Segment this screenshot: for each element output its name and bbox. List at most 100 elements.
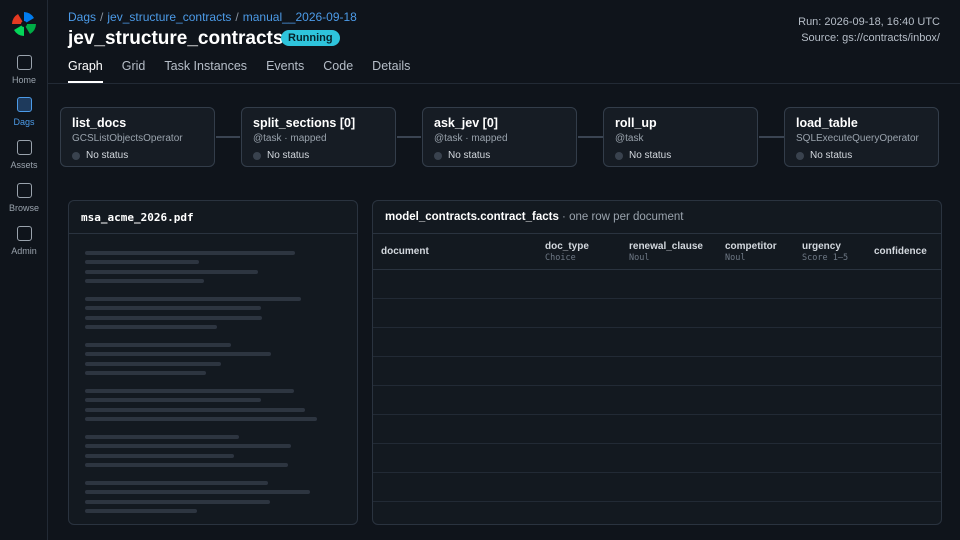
document-text-line <box>85 407 305 412</box>
document-filename: msa_acme_2026.pdf <box>69 201 357 234</box>
graph-edge <box>397 136 421 138</box>
task-status: No status <box>796 150 927 161</box>
table-header: model_contracts.contract_facts · one row… <box>373 201 941 234</box>
graph-edge <box>216 136 240 138</box>
document-text-line <box>85 462 288 467</box>
table-row <box>373 299 941 328</box>
tab-code[interactable]: Code <box>323 59 353 83</box>
breadcrumb-run[interactable]: manual__2026-09-18 <box>243 10 357 24</box>
sidebar-item-admin[interactable]: Admin <box>0 226 48 256</box>
tab-divider <box>48 83 960 84</box>
table-row <box>373 444 941 473</box>
sidebar-item-browse[interactable]: Browse <box>0 183 48 213</box>
status-dot-icon <box>434 151 442 160</box>
assets-icon <box>16 140 32 155</box>
browse-icon <box>16 183 32 198</box>
sidebar-item-dags[interactable]: Dags <box>0 97 48 127</box>
breadcrumb: Dags / jev_structure_contracts / manual__202… <box>68 10 357 24</box>
document-text-line <box>85 306 261 311</box>
document-text-line <box>85 416 317 421</box>
document-text-line <box>85 315 262 320</box>
document-text-line <box>85 389 294 393</box>
tab-events[interactable]: Events <box>266 59 304 83</box>
document-text-line <box>85 481 268 485</box>
task-name: split_sections [0] <box>253 116 356 130</box>
task-name: load_table <box>796 116 858 130</box>
document-text-line <box>85 490 310 495</box>
task-operator: SQLExecuteQueryOperator <box>796 133 919 144</box>
table-row <box>373 270 941 299</box>
task-status: No status <box>72 150 203 161</box>
column-competitor: competitor Noul <box>725 241 777 263</box>
document-preview-panel: msa_acme_2026.pdf <box>68 200 358 525</box>
column-doc-type: doc_type Choice <box>545 241 589 263</box>
document-text-line <box>85 343 231 347</box>
document-text-line <box>85 260 199 265</box>
sidebar-item-label: Home <box>11 75 36 85</box>
table-row <box>373 415 941 444</box>
column-urgency: urgency Score 1–5 <box>802 241 849 263</box>
document-text-line <box>85 444 291 449</box>
status-badge: Running <box>281 30 340 46</box>
table-preview-panel: model_contracts.contract_facts · one row… <box>372 200 942 525</box>
column-renewal-clause: renewal_clause Noul <box>629 241 703 263</box>
document-text-line <box>85 269 258 274</box>
run-time: Run: 2026-09-18, 16:40 UTC <box>798 16 940 28</box>
sidebar: Home Dags Assets Browse Admin <box>0 0 48 540</box>
task-node-split-sections[interactable]: split_sections [0] @task · mapped No sta… <box>241 107 396 167</box>
task-operator: @task <box>615 133 644 144</box>
home-icon <box>16 55 32 70</box>
sidebar-item-label: Dags <box>13 117 35 127</box>
table-row <box>373 386 941 415</box>
document-text-line <box>85 435 239 439</box>
graph-edge <box>578 136 603 138</box>
task-operator: @task · mapped <box>434 133 508 144</box>
task-status: No status <box>615 150 746 161</box>
task-node-ask-jev[interactable]: ask_jev [0] @task · mapped No status <box>422 107 577 167</box>
tab-grid[interactable]: Grid <box>122 59 146 83</box>
task-node-list-docs[interactable]: list_docs GCSListObjectsOperator No stat… <box>60 107 215 167</box>
task-status: No status <box>434 150 565 161</box>
run-meta: Run: 2026-09-18, 16:40 UTC Source: gs://… <box>798 14 940 46</box>
document-text-line <box>85 251 295 255</box>
table-name: model_contracts.contract_facts <box>385 211 559 223</box>
task-name: ask_jev [0] <box>434 116 498 130</box>
task-operator: @task · mapped <box>253 133 327 144</box>
table-row <box>373 502 941 524</box>
column-confidence: confidence <box>874 246 927 257</box>
sidebar-item-assets[interactable]: Assets <box>0 140 48 170</box>
table-row <box>373 357 941 386</box>
sidebar-item-label: Browse <box>8 203 39 213</box>
tab-task-instances[interactable]: Task Instances <box>164 59 247 83</box>
page-title: jev_structure_contracts <box>68 28 284 49</box>
document-text-line <box>85 324 217 329</box>
document-text-line <box>85 352 271 357</box>
breadcrumb-dags[interactable]: Dags <box>68 10 96 24</box>
document-text-line <box>85 499 270 504</box>
task-status: No status <box>253 150 384 161</box>
breadcrumb-dag[interactable]: jev_structure_contracts <box>107 10 231 24</box>
status-dot-icon <box>253 151 261 160</box>
status-dot-icon <box>72 151 80 160</box>
document-text-line <box>85 370 206 375</box>
dags-icon <box>16 97 32 112</box>
run-source: Source: gs://contracts/inbox/ <box>801 32 940 44</box>
sidebar-item-label: Assets <box>10 160 38 170</box>
status-dot-icon <box>615 151 623 160</box>
task-node-load-table[interactable]: load_table SQLExecuteQueryOperator No st… <box>784 107 939 167</box>
graph-edge <box>759 136 784 138</box>
column-document: document <box>381 246 429 257</box>
airflow-logo-icon[interactable] <box>11 11 37 37</box>
tab-details[interactable]: Details <box>372 59 410 83</box>
document-text-line <box>85 361 221 366</box>
sidebar-item-home[interactable]: Home <box>0 55 48 85</box>
status-dot-icon <box>796 151 804 160</box>
task-name: list_docs <box>72 116 127 130</box>
task-node-roll-up[interactable]: roll_up @task No status <box>603 107 758 167</box>
column-header-row: document doc_type Choice renewal_clause … <box>373 234 941 270</box>
admin-icon <box>16 226 32 241</box>
tab-graph[interactable]: Graph <box>68 59 103 83</box>
document-text-line <box>85 398 261 403</box>
task-name: roll_up <box>615 116 657 130</box>
document-text-line <box>85 453 234 458</box>
